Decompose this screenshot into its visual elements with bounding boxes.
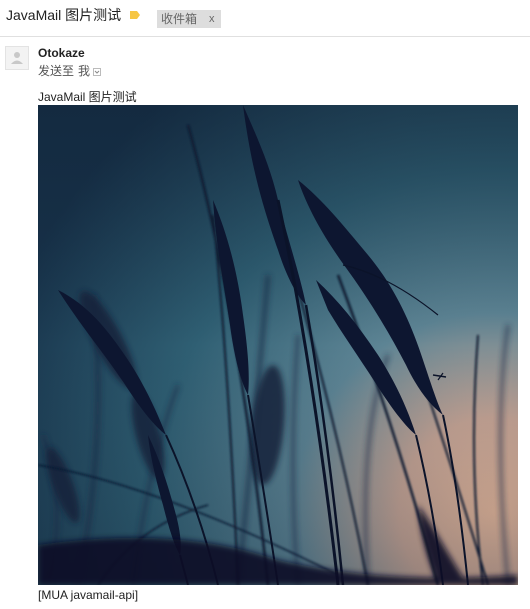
wheat-silhouette-photo [38,105,518,585]
recipient-line: 发送至 我 [38,64,102,78]
message-body-text: JavaMail 图片测试 [38,90,137,104]
inbox-label-chip[interactable]: 收件箱 x [157,10,221,28]
inbox-label-text: 收件箱 [161,12,198,26]
person-icon [11,52,23,64]
recipient-name: 我 [78,64,91,78]
remove-label-button[interactable]: x [207,10,217,28]
mail-header: JavaMail 图片测试 收件箱 x [0,0,530,37]
details-dropdown-icon[interactable] [93,68,102,76]
embedded-photo [38,105,518,585]
sender-name[interactable]: Otokaze [38,46,85,60]
avatar [5,46,29,70]
signature-text: [MUA javamail-api] [38,588,139,602]
label-tag-icon[interactable] [130,11,140,19]
to-prefix: 发送至 [38,64,75,78]
subject-title: JavaMail 图片测试 [6,7,122,23]
